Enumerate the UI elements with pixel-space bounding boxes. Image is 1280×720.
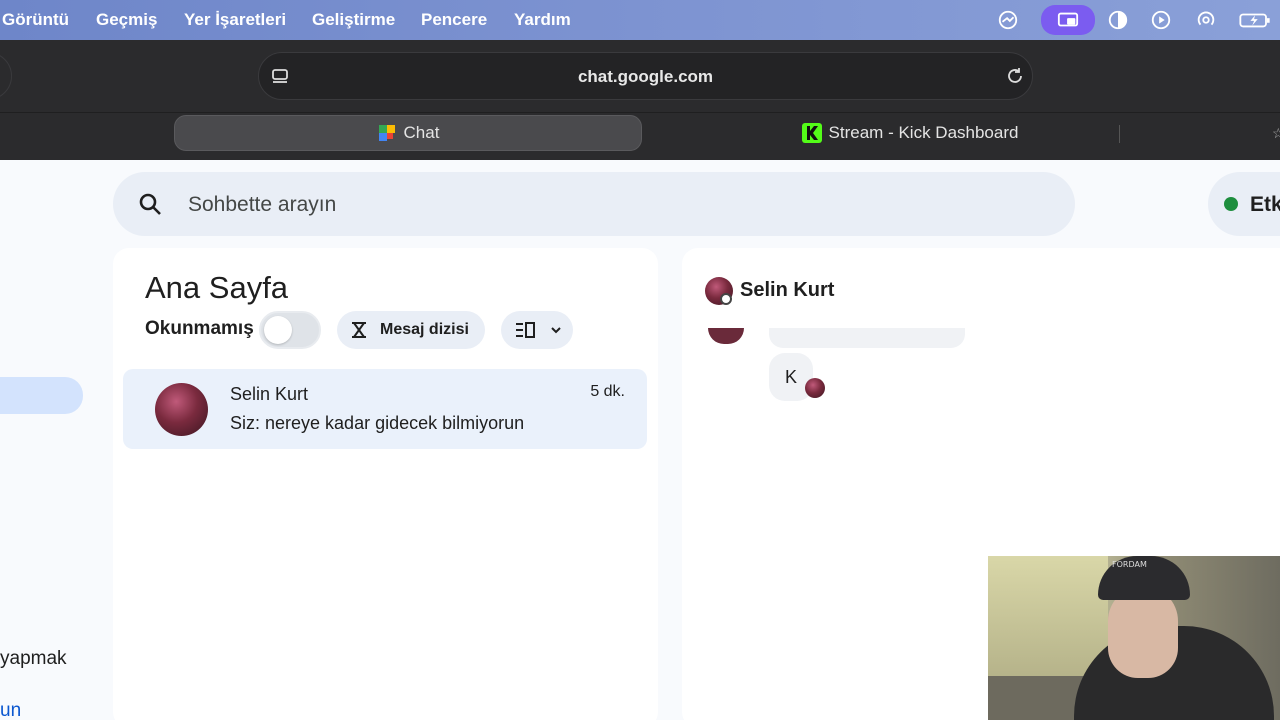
avatar — [155, 383, 208, 436]
google-chat-icon — [378, 125, 395, 141]
read-receipt-avatar — [805, 378, 825, 398]
webcam-overlay: FORDAM — [988, 556, 1280, 720]
macos-menu-bar: Görüntü Geçmiş Yer İşaretleri Geliştirme… — [0, 0, 1280, 40]
menu-view[interactable]: Görüntü — [2, 10, 69, 30]
status-label: Etk — [1250, 193, 1280, 216]
tab-kick-label: Stream - Kick Dashboard — [828, 123, 1019, 142]
shared-screen-icon[interactable] — [995, 8, 1021, 32]
page-title: Ana Sayfa — [145, 270, 289, 305]
chevron-down-icon — [551, 327, 561, 334]
tab-bar: Chat Stream - Kick Dashboard ☆ — [0, 112, 1280, 160]
search-icon[interactable] — [137, 191, 163, 217]
browser-toolbar: chat.google.com — [0, 40, 1280, 112]
webcam-cap-text: FORDAM — [1112, 560, 1147, 569]
toggle-knob — [264, 316, 292, 344]
menu-help[interactable]: Yardım — [514, 10, 571, 30]
sidebar-toggle-button[interactable] — [0, 52, 12, 100]
view-options-button[interactable] — [501, 311, 573, 349]
presence-indicator-icon — [720, 293, 732, 305]
sidebar-item-label[interactable]: yapmak — [0, 648, 67, 670]
search-bar[interactable]: Sohbette arayın — [113, 172, 1075, 236]
play-icon[interactable] — [1148, 8, 1174, 32]
conversation-list-panel: Ana Sayfa Okunmamış Mesaj dizisi Selin K… — [113, 248, 658, 720]
conversation-item[interactable]: Selin Kurt Siz: nereye kadar gidecek bil… — [123, 369, 647, 449]
menu-develop[interactable]: Geliştirme — [312, 10, 395, 30]
tab-chat[interactable]: Chat — [174, 115, 642, 151]
url-text: chat.google.com — [577, 67, 714, 86]
sidebar-link-label[interactable]: un — [0, 700, 21, 720]
message-avatar — [708, 328, 744, 344]
unread-toggle[interactable] — [259, 311, 321, 349]
status-dot-icon — [1224, 197, 1238, 211]
kick-icon — [801, 123, 822, 143]
unread-filter-label: Okunmamış — [145, 318, 254, 339]
menu-window[interactable]: Pencere — [421, 10, 487, 30]
tab-kick-dashboard[interactable]: Stream - Kick Dashboard — [700, 115, 1120, 151]
conversation-name: Selin Kurt — [230, 384, 309, 404]
chat-contact-name[interactable]: Selin Kurt — [740, 279, 834, 302]
conversation-snippet: Siz: nereye kadar gidecek bilmiyorun — [230, 413, 525, 433]
airdrop-icon[interactable] — [1193, 8, 1219, 32]
address-bar[interactable]: chat.google.com — [258, 52, 1033, 100]
menu-bookmarks[interactable]: Yer İşaretleri — [184, 10, 286, 30]
contrast-icon[interactable] — [1105, 8, 1131, 32]
message-text: K — [785, 367, 798, 387]
battery-icon[interactable] — [1238, 8, 1272, 32]
screen-record-icon[interactable] — [1041, 5, 1095, 35]
list-view-icon — [516, 322, 535, 338]
tab-separator — [1119, 125, 1120, 143]
pinned-tab-icon[interactable]: ☆ — [1272, 125, 1280, 145]
threads-icon — [352, 322, 366, 338]
menu-history[interactable]: Geçmiş — [96, 10, 157, 30]
conversation-time: 5 dk. — [590, 383, 625, 400]
threads-button-label: Mesaj dizisi — [380, 321, 469, 338]
tab-chat-label: Chat — [403, 123, 440, 142]
search-placeholder: Sohbette arayın — [188, 193, 337, 216]
sidebar-item-home-active[interactable] — [0, 377, 83, 414]
message-bubble-previous — [769, 328, 965, 348]
reload-icon[interactable] — [1004, 65, 1026, 87]
threads-button[interactable]: Mesaj dizisi — [337, 311, 485, 349]
status-selector[interactable]: Etk — [1208, 172, 1280, 236]
